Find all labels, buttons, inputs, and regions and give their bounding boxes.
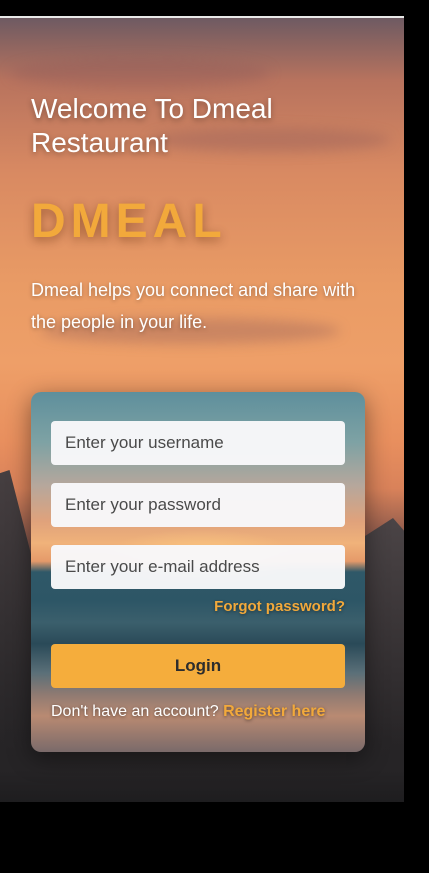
welcome-line-2: Restaurant (31, 127, 168, 158)
register-link[interactable]: Register here (223, 703, 325, 720)
email-input[interactable] (51, 545, 345, 589)
forgot-password-link[interactable]: Forgot password? (214, 598, 345, 615)
welcome-heading: Welcome To Dmeal Restaurant (31, 92, 361, 160)
no-account-text: Don't have an account? (51, 703, 219, 720)
register-prompt: Don't have an account? Register here (51, 703, 351, 721)
login-screen: Welcome To Dmeal Restaurant DMEAL Dmeal … (0, 18, 404, 802)
cloud-decoration (10, 58, 270, 88)
username-input[interactable] (51, 421, 345, 465)
brand-logo-text: DMEAL (31, 195, 227, 248)
tagline: Dmeal helps you connect and share with t… (31, 280, 356, 332)
login-card: Forgot password? Login Don't have an acc… (31, 392, 365, 752)
login-button[interactable]: Login (51, 644, 345, 688)
password-input[interactable] (51, 483, 345, 527)
welcome-line-1: Welcome To Dmeal (31, 93, 273, 124)
device-frame: Welcome To Dmeal Restaurant DMEAL Dmeal … (0, 0, 429, 873)
